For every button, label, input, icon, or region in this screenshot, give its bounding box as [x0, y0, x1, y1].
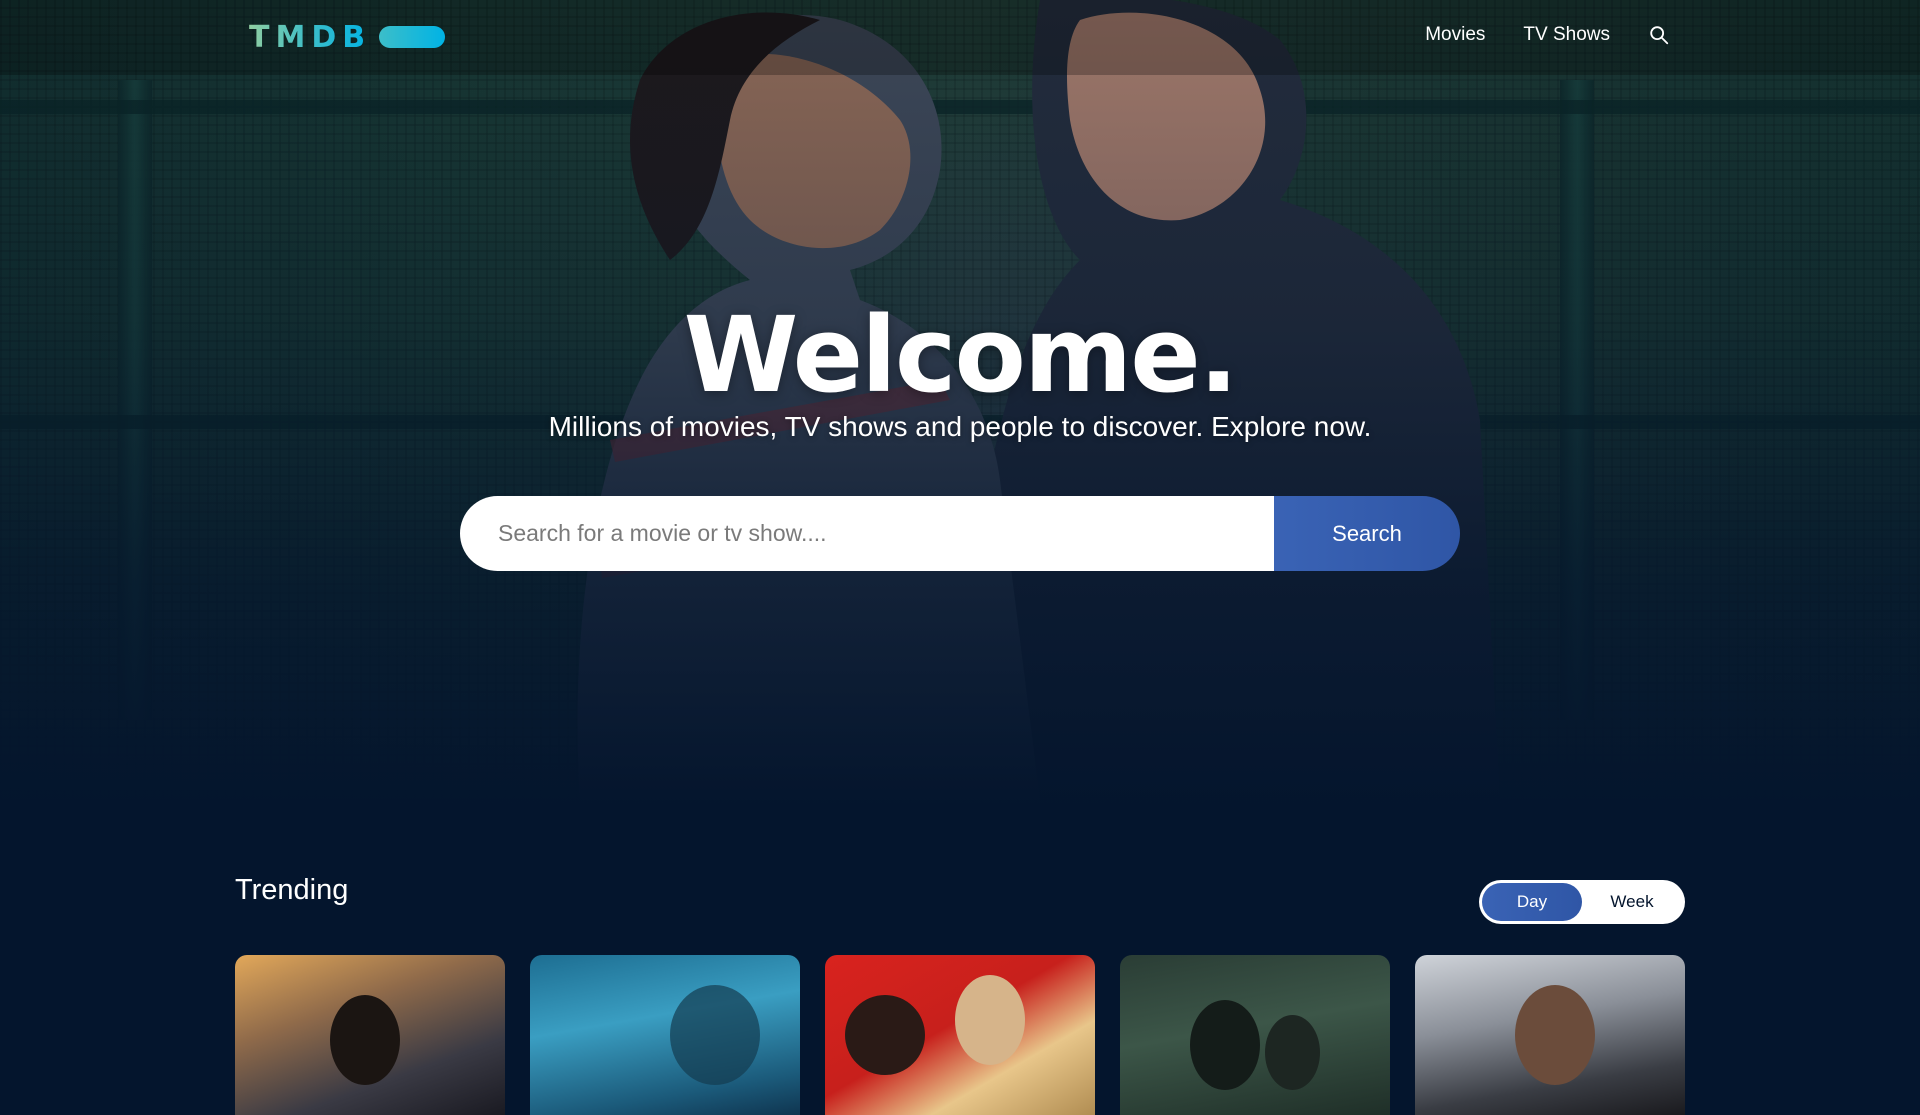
movie-card[interactable]	[1120, 955, 1390, 1115]
search-input[interactable]	[460, 496, 1274, 571]
poster-image	[330, 995, 400, 1085]
hero-content: Welcome. Millions of movies, TV shows an…	[0, 300, 1920, 444]
movie-card[interactable]	[1415, 955, 1685, 1115]
poster-image	[1515, 985, 1595, 1085]
logo-text: TMDB	[249, 19, 372, 55]
poster-image	[955, 975, 1025, 1065]
poster-image	[1265, 1015, 1320, 1090]
movie-card[interactable]	[530, 955, 800, 1115]
trending-title: Trending	[235, 874, 349, 906]
poster-image	[845, 995, 925, 1075]
trending-time-switch: Day Week	[1479, 880, 1685, 924]
main-nav: Movies TV Shows	[1425, 24, 1670, 46]
logo[interactable]: TMDB	[249, 18, 446, 56]
trending-carousel	[235, 955, 1685, 1115]
search-icon[interactable]	[1648, 24, 1670, 46]
logo-pill-shape	[379, 26, 446, 48]
poster-image	[1190, 1000, 1260, 1090]
nav-tv-shows[interactable]: TV Shows	[1523, 24, 1610, 46]
nav-movies[interactable]: Movies	[1425, 24, 1485, 46]
poster-image	[670, 985, 760, 1085]
hero-subtitle: Millions of movies, TV shows and people …	[548, 411, 1372, 442]
trending-section-header: Trending Day Week	[235, 868, 1685, 928]
movie-card[interactable]	[825, 955, 1095, 1115]
tab-week[interactable]: Week	[1582, 883, 1682, 921]
hero-search-bar: Search	[460, 496, 1460, 571]
movie-card[interactable]	[235, 955, 505, 1115]
search-button[interactable]: Search	[1274, 496, 1460, 571]
hero-title: Welcome.	[683, 294, 1239, 416]
top-header: TMDB Movies TV Shows	[0, 0, 1920, 75]
tab-day[interactable]: Day	[1482, 883, 1582, 921]
